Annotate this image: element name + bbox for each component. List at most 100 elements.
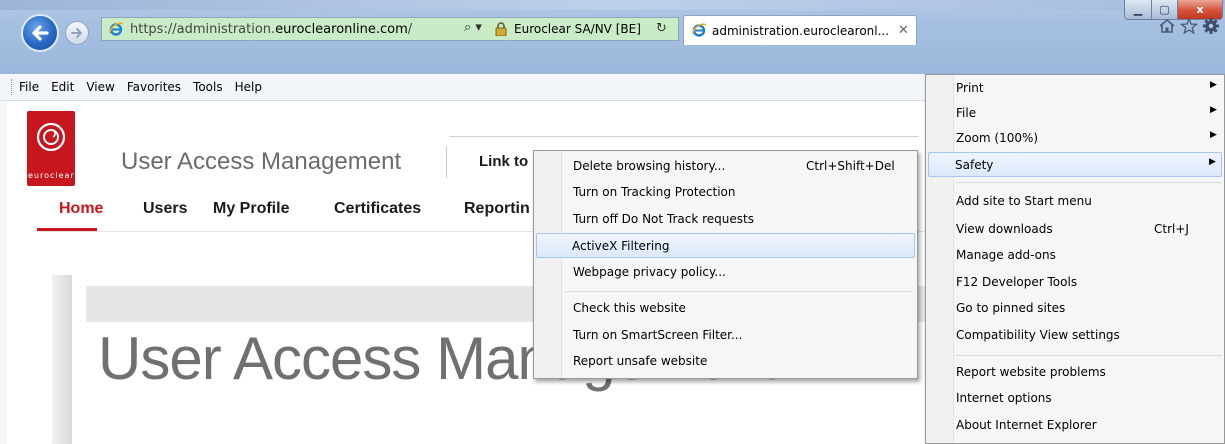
- nav-home[interactable]: Home: [59, 200, 103, 230]
- tools-menu-internet-options[interactable]: Internet options: [928, 386, 1222, 410]
- safety-report-unsafe[interactable]: Report unsafe website: [536, 349, 915, 373]
- menu-item-shortcut: Ctrl+Shift+Del: [806, 159, 895, 173]
- tools-menu-pinned-sites[interactable]: Go to pinned sites: [928, 296, 1222, 320]
- tools-menu-file[interactable]: File ▶: [928, 101, 1222, 125]
- minimize-button[interactable]: ▁: [1124, 0, 1152, 20]
- tab-close-icon[interactable]: ✕: [898, 23, 909, 38]
- back-arrow-icon: [32, 25, 49, 41]
- url-path: /: [407, 22, 413, 37]
- menu-item-label: Delete browsing history...: [573, 159, 726, 173]
- menu-item-label: Safety: [955, 158, 994, 172]
- certificate-label[interactable]: Euroclear SA/NV [BE]: [514, 22, 641, 36]
- safety-do-not-track[interactable]: Turn off Do Not Track requests: [536, 207, 915, 231]
- menu-item-label: About Internet Explorer: [956, 418, 1097, 432]
- tools-menu-print[interactable]: Print ▶: [928, 76, 1222, 100]
- tools-menu-view-downloads[interactable]: View downloads Ctrl+J: [928, 217, 1222, 241]
- ie-page-icon: [108, 22, 124, 36]
- tools-menu-f12[interactable]: F12 Developer Tools: [928, 270, 1222, 294]
- menu-favorites[interactable]: Favorites: [121, 80, 187, 94]
- url-host: euroclearonline.com: [275, 22, 408, 37]
- menu-item-label: Check this website: [573, 301, 686, 315]
- submenu-arrow-icon: ▶: [1209, 157, 1216, 167]
- menu-view[interactable]: View: [80, 80, 120, 94]
- favorites-star-icon[interactable]: [1180, 17, 1198, 35]
- menu-item-label: Turn on Tracking Protection: [573, 185, 736, 199]
- main-nav: Home Users My Profile Certificates Repor…: [37, 199, 537, 231]
- nav-users[interactable]: Users: [143, 200, 187, 230]
- nav-reporting[interactable]: Reportin: [464, 200, 530, 230]
- maximize-icon: ▢: [1159, 3, 1170, 16]
- submenu-arrow-icon: ▶: [1210, 80, 1217, 90]
- menu-separator: [956, 355, 1222, 356]
- menu-item-label: Compatibility View settings: [956, 328, 1120, 342]
- menu-item-label: Report unsafe website: [573, 354, 708, 368]
- forward-arrow-icon: [71, 28, 82, 38]
- euroclear-swirl-icon: [36, 122, 66, 152]
- title-divider: [446, 146, 447, 178]
- menu-item-label: Go to pinned sites: [956, 301, 1066, 315]
- tools-menu-safety[interactable]: Safety ▶: [928, 152, 1222, 177]
- back-button[interactable]: [21, 14, 59, 52]
- tools-menu-manage-addons[interactable]: Manage add-ons: [928, 243, 1222, 267]
- menu-item-label: Zoom (100%): [956, 131, 1039, 145]
- safety-delete-history[interactable]: Delete browsing history... Ctrl+Shift+De…: [536, 154, 915, 178]
- submenu-arrow-icon: ▶: [1210, 130, 1217, 140]
- submenu-arrow-icon: ▶: [1210, 105, 1217, 115]
- logo-wordmark: euroclear: [28, 171, 75, 180]
- browser-tab[interactable]: administration.euroclearonl... ✕: [683, 15, 917, 45]
- search-dropdown-button[interactable]: ⌕ ▾: [460, 20, 490, 38]
- menu-bar: File Edit View Favorites Tools Help: [0, 74, 925, 101]
- menu-item-label: View downloads: [956, 222, 1053, 236]
- refresh-icon[interactable]: ↻: [656, 21, 672, 37]
- menu-item-label: Internet options: [956, 391, 1052, 405]
- url-text[interactable]: https://administration.euroclearonline.c…: [130, 22, 412, 37]
- close-icon: x: [1196, 3, 1204, 16]
- euroclear-logo[interactable]: euroclear: [27, 111, 75, 186]
- url-scheme: https://: [130, 22, 177, 37]
- safety-smartscreen[interactable]: Turn on SmartScreen Filter...: [536, 323, 915, 347]
- menu-item-label: Add site to Start menu: [956, 194, 1092, 208]
- menu-item-label: Report website problems: [956, 365, 1106, 379]
- menu-item-label: File: [956, 106, 977, 120]
- nav-my-profile[interactable]: My Profile: [213, 200, 289, 230]
- menu-item-label: Turn on SmartScreen Filter...: [573, 328, 743, 342]
- menu-item-label: Manage add-ons: [956, 248, 1056, 262]
- lock-icon[interactable]: [495, 22, 507, 36]
- url-subdomain: administration.: [176, 22, 276, 37]
- menu-separator: [956, 182, 1222, 183]
- menu-item-label: Print: [956, 81, 984, 95]
- tools-menu-report-problems[interactable]: Report website problems: [928, 360, 1222, 384]
- menu-item-label: Webpage privacy policy...: [573, 265, 726, 279]
- safety-activex-filtering[interactable]: ActiveX Filtering: [536, 233, 915, 258]
- search-icon: ⌕ ▾: [464, 20, 482, 35]
- tools-menu-about[interactable]: About Internet Explorer: [928, 413, 1222, 437]
- tab-favicon-icon: [691, 23, 707, 37]
- tab-label: administration.euroclearonl...: [712, 24, 890, 38]
- home-icon[interactable]: [1158, 17, 1176, 35]
- tools-menu: Print ▶ File ▶ Zoom (100%) ▶ Safety ▶ Ad…: [925, 74, 1225, 444]
- menu-item-label: Turn off Do Not Track requests: [573, 212, 754, 226]
- link-to-label[interactable]: Link to: [479, 153, 528, 170]
- menu-item-shortcut: Ctrl+J: [1154, 222, 1189, 236]
- address-bar[interactable]: https://administration.euroclearonline.c…: [101, 17, 679, 41]
- safety-submenu: Delete browsing history... Ctrl+Shift+De…: [533, 150, 918, 379]
- menu-item-label: ActiveX Filtering: [572, 239, 670, 253]
- safety-check-website[interactable]: Check this website: [536, 296, 915, 320]
- tools-gear-icon[interactable]: [1202, 17, 1220, 35]
- page-left-border: [0, 101, 7, 444]
- app-title: User Access Management: [121, 148, 402, 175]
- forward-button[interactable]: [65, 21, 89, 45]
- menu-file[interactable]: File: [13, 80, 45, 94]
- menu-item-label: F12 Developer Tools: [956, 275, 1078, 289]
- tools-menu-add-site[interactable]: Add site to Start menu: [928, 189, 1222, 213]
- minimize-icon: ▁: [1133, 3, 1143, 16]
- tools-menu-zoom[interactable]: Zoom (100%) ▶: [928, 126, 1222, 150]
- menu-help[interactable]: Help: [229, 80, 268, 94]
- nav-certificates[interactable]: Certificates: [334, 200, 421, 230]
- safety-privacy-policy[interactable]: Webpage privacy policy...: [536, 260, 915, 284]
- menu-edit[interactable]: Edit: [45, 80, 80, 94]
- panel-left-shadow: [52, 275, 72, 444]
- safety-tracking-protection[interactable]: Turn on Tracking Protection: [536, 180, 915, 204]
- tools-menu-compat-view[interactable]: Compatibility View settings: [928, 323, 1222, 347]
- menu-tools[interactable]: Tools: [187, 80, 229, 94]
